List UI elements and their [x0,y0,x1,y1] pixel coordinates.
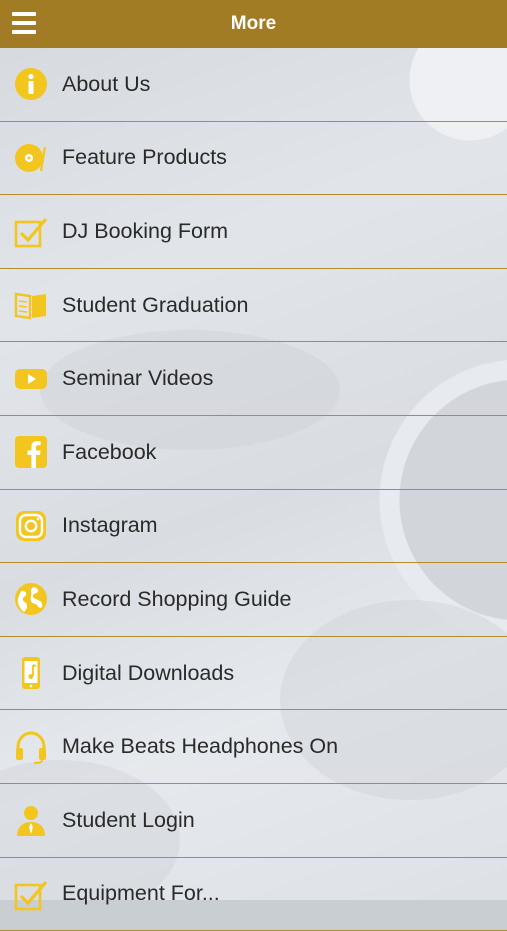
headphones-icon [14,730,48,764]
menu-item-label: Make Beats Headphones On [62,734,339,759]
menu-item-instagram[interactable]: Instagram [0,490,507,564]
menu-item-label: Seminar Videos [62,366,214,391]
instagram-icon [14,509,48,543]
menu-item-digital-downloads[interactable]: Digital Downloads [0,637,507,711]
globe-icon [14,582,48,616]
menu-list: About Us Feature Products DJ Booking For… [0,48,507,931]
menu-item-student-graduation[interactable]: Student Graduation [0,269,507,343]
info-icon [14,67,48,101]
menu-item-label: Record Shopping Guide [62,586,292,611]
page-title: More [230,13,277,34]
menu-item-label: Student Graduation [62,292,249,317]
menu-item-dj-booking-form[interactable]: DJ Booking Form [0,195,507,269]
menu-item-seminar-videos[interactable]: Seminar Videos [0,342,507,416]
menu-item-student-login[interactable]: Student Login [0,784,507,858]
menu-item-facebook[interactable]: Facebook [0,416,507,490]
user-icon [14,803,48,837]
menu-item-make-beats-headphones-on[interactable]: Make Beats Headphones On [0,710,507,784]
menu-item-label: Equipment For... [62,881,220,906]
menu-item-equipment[interactable]: Equipment For... [0,858,507,931]
checkbox-icon [14,877,48,911]
menu-item-label: Facebook [62,439,157,464]
menu-item-label: Instagram [62,513,158,538]
facebook-icon [14,435,48,469]
menu-item-label: DJ Booking Form [62,218,229,243]
menu-item-about-us[interactable]: About Us [0,48,507,122]
menu-item-label: Digital Downloads [62,660,235,685]
top-bar: More [0,0,507,48]
hamburger-icon[interactable] [12,12,36,34]
youtube-icon [14,362,48,396]
phone-music-icon [14,656,48,690]
menu-item-record-shopping-guide[interactable]: Record Shopping Guide [0,563,507,637]
menu-item-label: About Us [62,71,151,96]
checkbox-icon [14,214,48,248]
open-book-icon [14,288,48,322]
vinyl-record-icon [14,141,48,175]
menu-item-label: Student Login [62,807,195,832]
menu-item-feature-products[interactable]: Feature Products [0,122,507,196]
menu-item-label: Feature Products [62,145,227,170]
